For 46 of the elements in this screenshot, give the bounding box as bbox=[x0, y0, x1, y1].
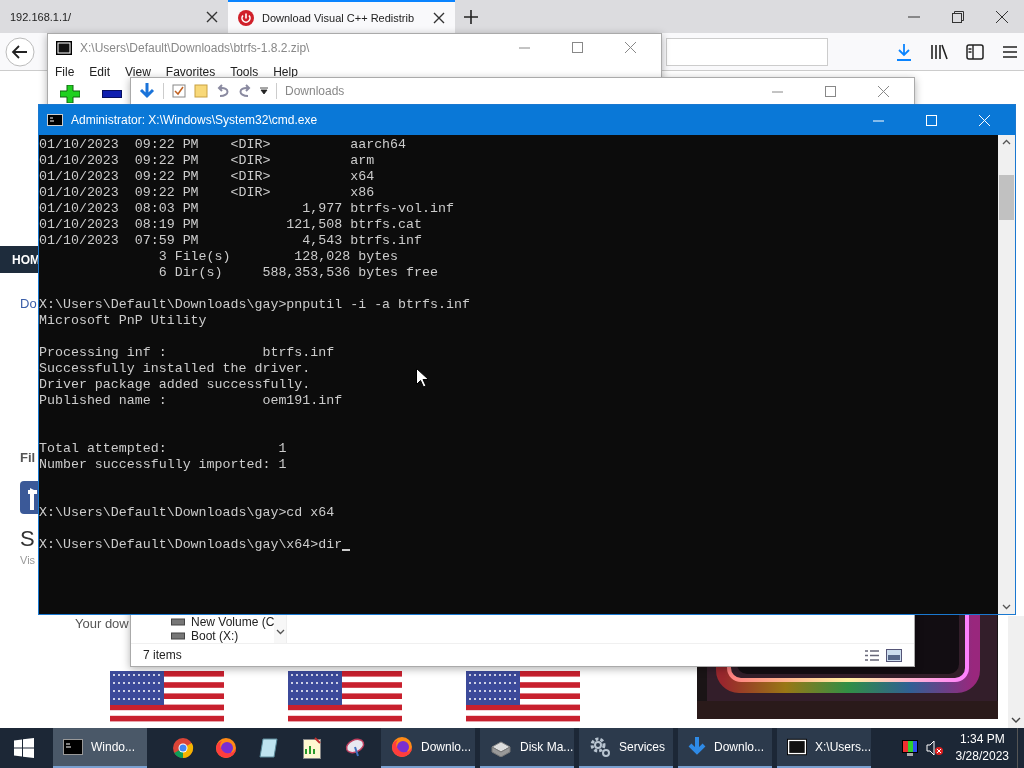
taskbar-button[interactable]: X:\Users... bbox=[777, 728, 871, 768]
console-line: 01/10/2023 09:22 PM <DIR> x64 bbox=[39, 169, 375, 185]
browser-tab[interactable]: Download Visual C++ Redistrib bbox=[228, 0, 455, 33]
menu-item[interactable]: Edit bbox=[89, 65, 111, 79]
console-line: 6 Dir(s) 588,353,536 bytes free bbox=[157, 265, 438, 281]
console-line: 01/10/2023 08:19 PM 121,508 btrfs.cat bbox=[39, 217, 422, 233]
taskbar-button[interactable]: Downlo... bbox=[678, 728, 772, 768]
console-line: Driver package added successfully. bbox=[39, 377, 311, 393]
taskbar-button[interactable]: Windo... bbox=[53, 728, 147, 768]
console-line: 01/10/2023 09:22 PM <DIR> arm bbox=[39, 153, 375, 169]
console-line: 01/10/2023 09:22 PM <DIR> aarch64 bbox=[39, 137, 407, 153]
browser-tab[interactable]: 192.168.1.1/ bbox=[0, 0, 228, 33]
nav-item[interactable]: New Volume (C bbox=[191, 615, 275, 629]
window-title: Downloads bbox=[285, 84, 345, 98]
menu-item[interactable]: Favorites bbox=[165, 65, 216, 79]
section-heading: Fil bbox=[20, 450, 36, 465]
console-line: X:\Users\Default\Downloads\gay>cd x64 bbox=[39, 505, 335, 521]
console-line: 3 File(s) 128,028 bytes bbox=[157, 249, 399, 265]
page-text: Your dow bbox=[75, 616, 129, 631]
page-link[interactable]: Do bbox=[20, 296, 37, 311]
menu-item[interactable]: Help bbox=[273, 65, 298, 79]
clock-time[interactable]: 1:34 PM bbox=[959, 731, 1005, 748]
console-line: Successfully installed the driver. bbox=[39, 361, 311, 377]
clock-date[interactable]: 3/28/2023 bbox=[955, 748, 1009, 765]
window-title: Administrator: X:\Windows\System32\cmd.exe bbox=[71, 113, 318, 127]
taskbar-button[interactable]: Services bbox=[579, 728, 673, 768]
console-line: Published name : oem191.inf bbox=[39, 393, 343, 409]
console-line: X:\Users\Default\Downloads\gay\x64>dir bbox=[39, 537, 343, 553]
window-title: X:\Users\Default\Downloads\btrfs-1.8.2.zip\ bbox=[80, 40, 310, 55]
console-line: Microsoft PnP Utility bbox=[39, 313, 207, 329]
page-title: S bbox=[20, 526, 35, 552]
console-line: Number successfully imported: 1 bbox=[39, 457, 287, 473]
console-line: 01/10/2023 07:59 PM 4,543 btrfs.inf bbox=[39, 233, 422, 249]
console-line: X:\Users\Default\Downloads\gay>pnputil -i -a btrfs.inf bbox=[39, 297, 470, 313]
console-line: Processing inf : btrfs.inf bbox=[39, 345, 335, 361]
menu-item[interactable]: View bbox=[125, 65, 151, 79]
status-text: 7 items bbox=[143, 648, 182, 662]
taskbar-button[interactable]: Disk Ma... bbox=[480, 728, 574, 768]
menu-item[interactable]: Tools bbox=[230, 65, 259, 79]
menu-item[interactable]: File bbox=[55, 65, 75, 79]
nav-item[interactable]: Boot (X:) bbox=[191, 629, 239, 643]
console-line: 01/10/2023 09:22 PM <DIR> x86 bbox=[39, 185, 375, 201]
console-line: Total attempted: 1 bbox=[39, 441, 287, 457]
taskbar-button[interactable]: Downlo... bbox=[381, 728, 475, 768]
console-line: 01/10/2023 08:03 PM 1,977 btrfs-vol.inf bbox=[39, 201, 454, 217]
page-subtitle: Vis bbox=[20, 554, 36, 566]
